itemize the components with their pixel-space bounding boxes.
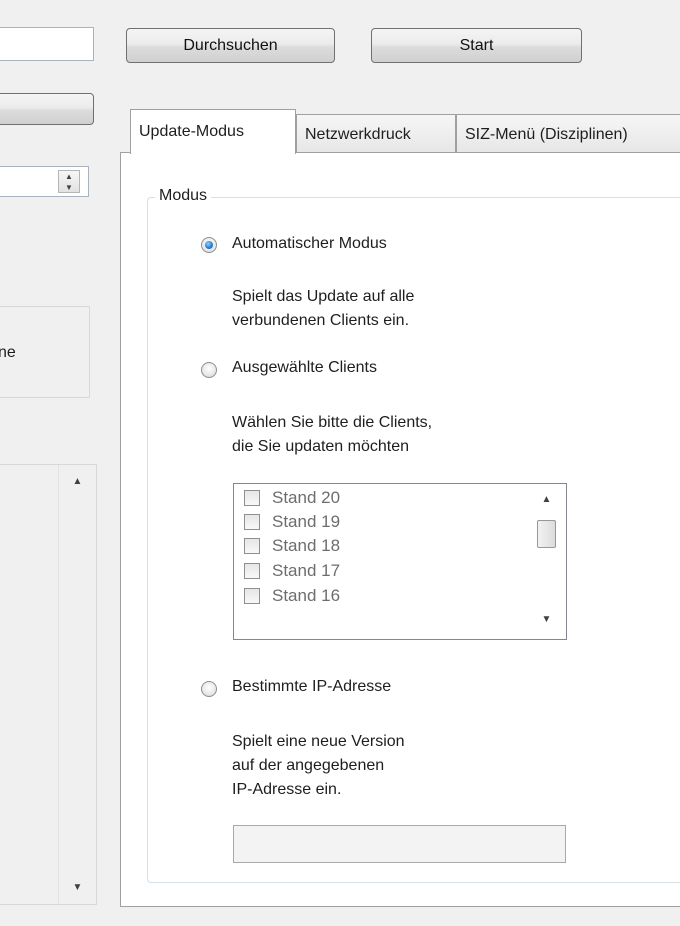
client-label: Stand 20: [272, 487, 341, 507]
clients-scroll-thumb[interactable]: [537, 520, 556, 548]
clients-scroll-up-icon[interactable]: ▲: [527, 492, 566, 506]
client-label: Stand 18: [272, 535, 341, 555]
clients-scroll-down-icon[interactable]: ▼: [527, 612, 566, 626]
client-checkbox[interactable]: [244, 537, 260, 554]
automatic-mode-desc-1: Spielt das Update auf alle: [232, 288, 415, 305]
client-label: Stand 19: [272, 511, 341, 531]
selected-clients-desc-2: die Sie updaten möchten: [232, 438, 410, 455]
list-item[interactable]: Stand 16: [244, 584, 340, 607]
clients-scrollbar[interactable]: ▲ ▼: [527, 484, 566, 639]
list-item[interactable]: Stand 19: [244, 510, 340, 533]
quantity-spinner[interactable]: ▲ ▼: [0, 166, 89, 197]
left-list-panel: ▲ ▼: [0, 464, 97, 905]
browse-button[interactable]: Durchsuchen: [126, 28, 335, 63]
list-item[interactable]: Stand 17: [244, 559, 340, 582]
tab-update-modus[interactable]: Update-Modus: [130, 109, 296, 154]
automatic-mode-label[interactable]: Automatischer Modus: [232, 235, 387, 253]
spinner-buttons[interactable]: ▲ ▼: [58, 170, 80, 193]
selected-clients-desc-1: Wählen Sie bitte die Clients,: [232, 414, 433, 431]
radio-specific-ip[interactable]: [201, 681, 217, 697]
left-scroll-down-icon[interactable]: ▼: [59, 879, 96, 895]
left-scroll-up-icon[interactable]: ▲: [59, 473, 96, 489]
path-input[interactable]: [0, 27, 94, 61]
client-checkbox[interactable]: [244, 489, 260, 506]
left-list-scrollbar[interactable]: ▲ ▼: [58, 465, 95, 904]
spinner-up-icon[interactable]: ▲: [59, 171, 79, 182]
specific-ip-desc-2: auf der angegebenen: [232, 757, 385, 774]
client-label: Stand 17: [272, 560, 341, 580]
clients-checklist[interactable]: Stand 20 Stand 19 Stand 18 Stand 17 Stan…: [233, 483, 567, 640]
list-item[interactable]: Stand 18: [244, 534, 340, 557]
specific-ip-label[interactable]: Bestimmte IP-Adresse: [232, 678, 391, 696]
specific-ip-desc-1: Spielt eine neue Version: [232, 733, 405, 750]
client-label: Stand 16: [272, 585, 341, 605]
list-item[interactable]: Stand 20: [244, 486, 340, 509]
left-action-button[interactable]: [0, 93, 94, 125]
radio-selected-clients[interactable]: [201, 362, 217, 378]
left-cutoff-label: ne: [0, 344, 16, 361]
client-checkbox[interactable]: [244, 513, 260, 530]
automatic-mode-desc-2: verbundenen Clients ein.: [232, 312, 410, 329]
tab-page-update-modus: Modus Automatischer Modus Spielt das Upd…: [120, 152, 680, 907]
tab-siz-menue[interactable]: SIZ-Menü (Disziplinen): [456, 114, 680, 154]
client-checkbox[interactable]: [244, 562, 260, 579]
radio-automatic-mode[interactable]: [201, 237, 217, 253]
specific-ip-desc-3: IP-Adresse ein.: [232, 781, 342, 798]
start-button[interactable]: Start: [371, 28, 582, 63]
selected-clients-label[interactable]: Ausgewählte Clients: [232, 359, 377, 377]
client-checkbox[interactable]: [244, 587, 260, 604]
modus-group-label: Modus: [155, 187, 212, 205]
spinner-down-icon[interactable]: ▼: [59, 182, 79, 193]
tab-netzwerkdruck[interactable]: Netzwerkdruck: [296, 114, 456, 154]
ip-address-input[interactable]: [233, 825, 566, 863]
left-group-panel: ne: [0, 306, 90, 398]
